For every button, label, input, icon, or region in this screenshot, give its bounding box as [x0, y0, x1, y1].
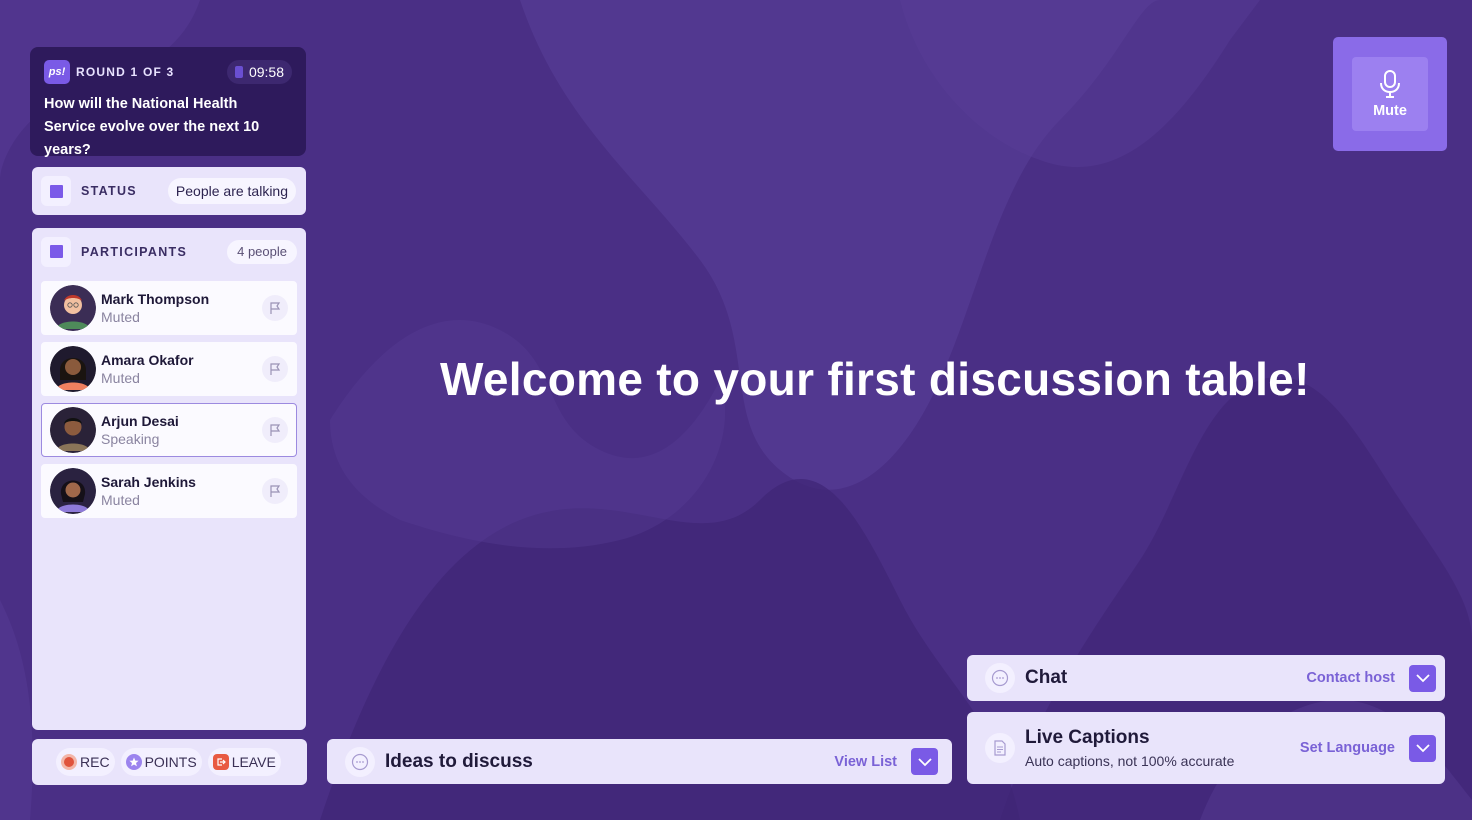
record-icon	[61, 754, 77, 770]
status-icon	[41, 176, 71, 206]
participant-state: Muted	[101, 370, 140, 386]
rec-label: REC	[80, 754, 110, 770]
leave-label: LEAVE	[231, 754, 276, 770]
ideas-title: Ideas to discuss	[385, 750, 533, 772]
participants-count: 4 people	[227, 239, 297, 264]
participant-name: Sarah Jenkins	[101, 474, 196, 490]
round-question: How will the National Health Service evo…	[44, 96, 260, 158]
flag-icon[interactable]	[262, 478, 288, 504]
timer-value: 09:58	[248, 64, 284, 80]
leave-icon	[212, 754, 229, 770]
participant-row[interactable]: Amara Okafor Muted	[41, 342, 297, 396]
participant-name: Amara Okafor	[101, 352, 194, 368]
view-list-link[interactable]: View List	[834, 754, 897, 770]
flag-icon[interactable]	[262, 356, 288, 382]
captions-title: Live Captions	[1025, 727, 1150, 748]
set-language-link[interactable]: Set Language	[1300, 740, 1395, 756]
hourglass-icon	[234, 66, 243, 78]
participant-name: Arjun Desai	[101, 413, 179, 429]
flag-icon[interactable]	[262, 295, 288, 321]
leave-button[interactable]: LEAVE	[207, 748, 281, 776]
rec-button[interactable]: REC	[56, 748, 115, 776]
participant-name: Mark Thompson	[101, 291, 210, 307]
participant-state: Muted	[101, 309, 140, 325]
welcome-heading: Welcome to your first discussion table!	[440, 353, 1310, 405]
participants-label: PARTICIPANTS	[81, 244, 188, 259]
round-timer: 09:58	[226, 60, 292, 84]
participant-state: Muted	[101, 492, 140, 508]
mute-button[interactable]: Mute	[1333, 37, 1447, 151]
avatar	[50, 407, 96, 453]
chat-panel[interactable]: Chat Contact host	[967, 655, 1445, 701]
participants-panel: PARTICIPANTS 4 people Mark Thompson Mute…	[32, 228, 306, 730]
participant-row[interactable]: Mark Thompson Muted	[41, 281, 297, 335]
session-controls: REC POINTS LEAVE	[32, 739, 307, 785]
captions-subtitle: Auto captions, not 100% accurate	[1025, 753, 1235, 769]
avatar	[50, 285, 96, 331]
round-card: ps! ROUND 1 OF 3 09:58 How will the Nati…	[30, 47, 306, 158]
avatar	[50, 346, 96, 392]
mute-label: Mute	[1373, 103, 1407, 119]
participant-row[interactable]: Arjun Desai Speaking	[41, 403, 297, 457]
microphone-icon	[1380, 70, 1400, 98]
chat-title: Chat	[1025, 667, 1068, 688]
points-label: POINTS	[144, 754, 197, 770]
chat-bubble-icon	[345, 746, 375, 777]
ideas-panel[interactable]: Ideas to discuss View List	[327, 739, 952, 784]
participant-state: Speaking	[101, 431, 160, 447]
status-value: People are talking	[167, 178, 296, 204]
participant-row[interactable]: Sarah Jenkins Muted	[41, 464, 297, 518]
participants-icon	[41, 236, 71, 267]
chat-bubble-icon	[985, 663, 1015, 693]
avatar	[50, 468, 96, 514]
chevron-down-icon[interactable]	[911, 748, 938, 775]
round-label: ROUND 1 OF 3	[76, 65, 175, 79]
status-label: STATUS	[81, 184, 137, 198]
flag-icon[interactable]	[262, 417, 288, 443]
status-card: STATUS People are talking	[32, 167, 306, 215]
chevron-down-icon[interactable]	[1409, 734, 1436, 762]
star-icon	[125, 754, 142, 770]
contact-host-link[interactable]: Contact host	[1306, 670, 1395, 686]
captions-panel[interactable]: Live Captions Auto captions, not 100% ac…	[967, 712, 1445, 784]
captions-document-icon	[985, 733, 1015, 763]
chevron-down-icon[interactable]	[1409, 664, 1436, 692]
points-button[interactable]: POINTS	[120, 748, 202, 776]
app-logo: ps!	[44, 60, 70, 84]
